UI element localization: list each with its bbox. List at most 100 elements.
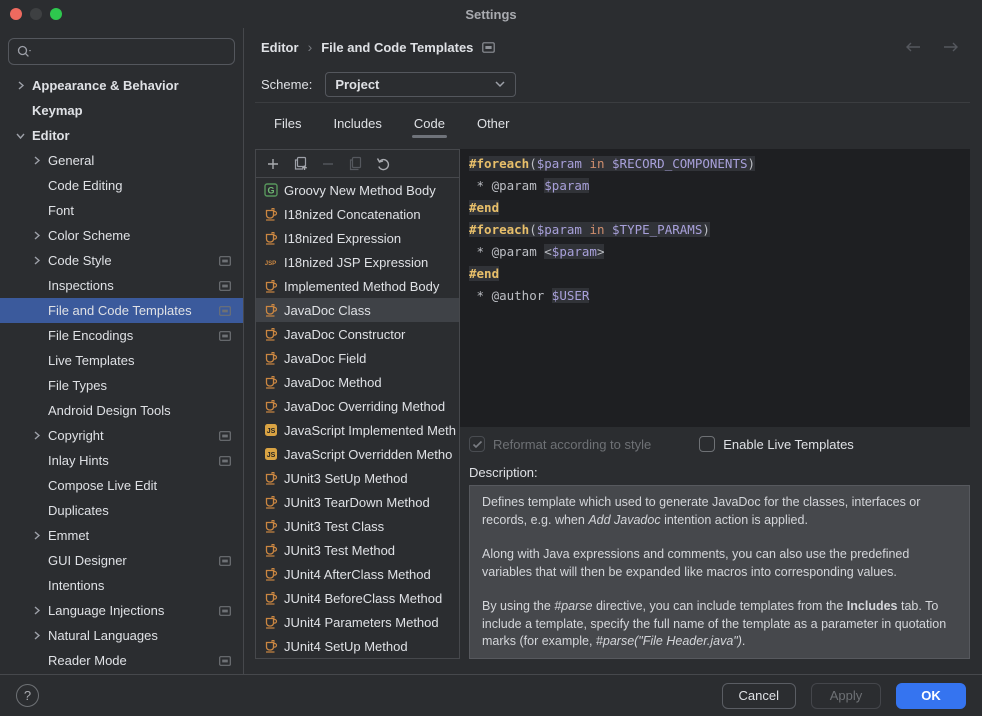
sidebar-item-font[interactable]: Font bbox=[0, 198, 243, 223]
sidebar-item-emmet[interactable]: Emmet bbox=[0, 523, 243, 548]
template-item-javascript-implemented-meth[interactable]: JSJavaScript Implemented Meth bbox=[256, 418, 459, 442]
open-in-window-icon[interactable] bbox=[219, 306, 231, 316]
code-token: $USER bbox=[552, 288, 590, 303]
open-in-window-icon[interactable] bbox=[219, 656, 231, 666]
sidebar-item-keymap[interactable]: Keymap bbox=[0, 98, 243, 123]
open-in-window-icon[interactable] bbox=[219, 281, 231, 291]
chevron-right-icon[interactable] bbox=[12, 80, 29, 91]
help-icon[interactable]: ? bbox=[16, 684, 39, 707]
code-token: $param bbox=[544, 178, 589, 193]
create-from-copy-icon[interactable] bbox=[293, 156, 308, 171]
chevron-right-icon[interactable] bbox=[28, 530, 45, 541]
sidebar-item-code-editing[interactable]: Code Editing bbox=[0, 173, 243, 198]
template-item-javascript-overridden-metho[interactable]: JSJavaScript Overridden Metho bbox=[256, 442, 459, 466]
add-icon[interactable] bbox=[266, 157, 280, 171]
scheme-label: Scheme: bbox=[261, 77, 312, 92]
sidebar-item-inspections[interactable]: Inspections bbox=[0, 273, 243, 298]
template-item-junit3-teardown-method[interactable]: JUnit3 TearDown Method bbox=[256, 490, 459, 514]
open-in-window-icon[interactable] bbox=[219, 606, 231, 616]
template-item-javadoc-constructor[interactable]: JavaDoc Constructor bbox=[256, 322, 459, 346]
code-line: #foreach($param in $TYPE_PARAMS) bbox=[469, 219, 970, 241]
ok-button[interactable]: OK bbox=[896, 683, 966, 709]
sidebar-item-appearance-behavior[interactable]: Appearance & Behavior bbox=[0, 73, 243, 98]
sidebar-item-color-scheme[interactable]: Color Scheme bbox=[0, 223, 243, 248]
chevron-right-icon[interactable] bbox=[28, 155, 45, 166]
sidebar-item-code-style[interactable]: Code Style bbox=[0, 248, 243, 273]
sidebar-item-compose-live-edit[interactable]: Compose Live Edit bbox=[0, 473, 243, 498]
template-item-groovy-new-method-body[interactable]: GGroovy New Method Body bbox=[256, 178, 459, 202]
template-item-junit3-setup-method[interactable]: JUnit3 SetUp Method bbox=[256, 466, 459, 490]
sidebar-item-reader-mode[interactable]: Reader Mode bbox=[0, 648, 243, 673]
java-file-icon bbox=[263, 639, 278, 653]
back-arrow-icon[interactable] bbox=[904, 41, 922, 53]
template-item-junit3-test-method[interactable]: JUnit3 Test Method bbox=[256, 538, 459, 562]
breadcrumb-editor[interactable]: Editor bbox=[261, 40, 299, 55]
open-in-window-icon[interactable] bbox=[219, 556, 231, 566]
forward-arrow-icon[interactable] bbox=[942, 41, 960, 53]
sidebar-item-inlay-hints[interactable]: Inlay Hints bbox=[0, 448, 243, 473]
template-item-implemented-method-body[interactable]: Implemented Method Body bbox=[256, 274, 459, 298]
tab-other[interactable]: Other bbox=[464, 106, 523, 143]
dialog-footer: ? Cancel Apply OK bbox=[0, 674, 982, 716]
sidebar-item-language-injections[interactable]: Language Injections bbox=[0, 598, 243, 623]
sidebar-item-copyright[interactable]: Copyright bbox=[0, 423, 243, 448]
template-item-i18nized-jsp-expression[interactable]: JSPI18nized JSP Expression bbox=[256, 250, 459, 274]
template-item-label: JUnit3 TearDown Method bbox=[284, 495, 430, 510]
template-item-javadoc-method[interactable]: JavaDoc Method bbox=[256, 370, 459, 394]
tab-code[interactable]: Code bbox=[401, 106, 458, 143]
open-in-window-icon[interactable] bbox=[219, 431, 231, 441]
live-templates-checkbox-group[interactable]: Enable Live Templates bbox=[699, 436, 854, 452]
chevron-right-icon[interactable] bbox=[28, 230, 45, 241]
open-in-window-icon[interactable] bbox=[219, 256, 231, 266]
code-token: * @param bbox=[469, 178, 544, 193]
sidebar-item-general[interactable]: General bbox=[0, 148, 243, 173]
chevron-right-icon[interactable] bbox=[28, 605, 45, 616]
template-item-junit4-parameters-method[interactable]: JUnit4 Parameters Method bbox=[256, 610, 459, 634]
sidebar-item-label: Keymap bbox=[32, 103, 83, 118]
sidebar-item-gui-designer[interactable]: GUI Designer bbox=[0, 548, 243, 573]
sidebar-item-file-types[interactable]: File Types bbox=[0, 373, 243, 398]
template-item-junit4-beforeclass-method[interactable]: JUnit4 BeforeClass Method bbox=[256, 586, 459, 610]
template-item-javadoc-overriding-method[interactable]: JavaDoc Overriding Method bbox=[256, 394, 459, 418]
sidebar-item-label: File and Code Templates bbox=[48, 303, 192, 318]
code-line: #end bbox=[469, 263, 970, 285]
open-in-window-icon[interactable] bbox=[219, 331, 231, 341]
chevron-down-icon[interactable] bbox=[12, 130, 29, 141]
code-token: $RECORD_COMPONENTS bbox=[612, 156, 747, 171]
chevron-right-icon[interactable] bbox=[28, 430, 45, 441]
template-item-javadoc-class[interactable]: JavaDoc Class bbox=[256, 298, 459, 322]
sidebar-item-file-and-code-templates[interactable]: File and Code Templates bbox=[0, 298, 243, 323]
sidebar-item-file-encodings[interactable]: File Encodings bbox=[0, 323, 243, 348]
template-item-javadoc-field[interactable]: JavaDoc Field bbox=[256, 346, 459, 370]
scheme-dropdown[interactable]: Project bbox=[325, 72, 516, 97]
template-item-label: JUnit3 SetUp Method bbox=[284, 471, 408, 486]
template-item-junit4-setup-method[interactable]: JUnit4 SetUp Method bbox=[256, 634, 459, 658]
code-token: * @param bbox=[469, 244, 544, 259]
open-in-window-icon[interactable] bbox=[482, 42, 495, 53]
settings-search-input[interactable] bbox=[8, 38, 235, 65]
sidebar-item-duplicates[interactable]: Duplicates bbox=[0, 498, 243, 523]
sidebar-item-intentions[interactable]: Intentions bbox=[0, 573, 243, 598]
code-token: > bbox=[597, 244, 605, 259]
reset-icon[interactable] bbox=[376, 157, 391, 171]
sidebar-item-android-design-tools[interactable]: Android Design Tools bbox=[0, 398, 243, 423]
template-code-editor[interactable]: #foreach($param in $RECORD_COMPONENTS) *… bbox=[460, 149, 970, 427]
template-item-junit3-test-class[interactable]: JUnit3 Test Class bbox=[256, 514, 459, 538]
java-file-icon bbox=[263, 279, 278, 293]
live-templates-checkbox[interactable] bbox=[699, 436, 715, 452]
cancel-button[interactable]: Cancel bbox=[722, 683, 796, 709]
template-item-junit4-afterclass-method[interactable]: JUnit4 AfterClass Method bbox=[256, 562, 459, 586]
sidebar-item-live-templates[interactable]: Live Templates bbox=[0, 348, 243, 373]
tab-includes[interactable]: Includes bbox=[320, 106, 394, 143]
live-templates-label: Enable Live Templates bbox=[723, 437, 854, 452]
sidebar-item-editor[interactable]: Editor bbox=[0, 123, 243, 148]
template-item-i18nized-concatenation[interactable]: I18nized Concatenation bbox=[256, 202, 459, 226]
sidebar-item-natural-languages[interactable]: Natural Languages bbox=[0, 623, 243, 648]
template-item-i18nized-expression[interactable]: I18nized Expression bbox=[256, 226, 459, 250]
chevron-right-icon[interactable] bbox=[28, 255, 45, 266]
code-token: #end bbox=[469, 266, 499, 281]
chevron-right-icon[interactable] bbox=[28, 630, 45, 641]
tab-files[interactable]: Files bbox=[261, 106, 314, 143]
open-in-window-icon[interactable] bbox=[219, 456, 231, 466]
code-token: ( bbox=[529, 156, 537, 171]
